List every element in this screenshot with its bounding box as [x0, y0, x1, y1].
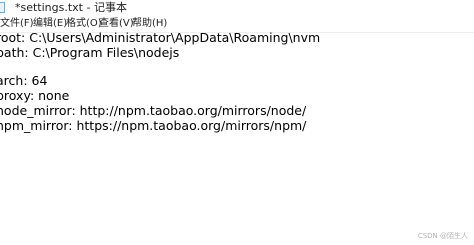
text-line-path: path: C:\Program Files\nodejs — [0, 45, 180, 60]
notepad-icon — [0, 2, 5, 13]
menu-format[interactable]: 格式(O) — [66, 17, 102, 31]
text-line-node-mirror: node_mirror: http://npm.taobao.org/mirro… — [0, 103, 307, 118]
menu-edit[interactable]: 编辑(E) — [33, 17, 67, 31]
menu-help[interactable]: 帮助(H) — [132, 17, 167, 31]
text-line-arch: arch: 64 — [0, 73, 48, 88]
notepad-window: *settings.txt - 记事本 文件(F) 编辑(E) 格式(O) 查看… — [0, 0, 474, 245]
menu-view[interactable]: 查看(V) — [99, 17, 134, 31]
menu-file[interactable]: 文件(F) — [0, 17, 34, 31]
text-line-root: root: C:\Users\Administrator\AppData\Roa… — [0, 30, 321, 45]
text-editor[interactable]: root: C:\Users\Administrator\AppData\Roa… — [0, 30, 474, 245]
window-title: *settings.txt - 记事本 — [15, 1, 127, 14]
title-bar[interactable]: *settings.txt - 记事本 — [0, 0, 474, 16]
text-line-proxy: proxy: none — [0, 88, 70, 103]
watermark: CSDN @陌生人 — [417, 232, 468, 240]
text-line-npm-mirror: npm_mirror: https://npm.taobao.org/mirro… — [0, 118, 307, 133]
